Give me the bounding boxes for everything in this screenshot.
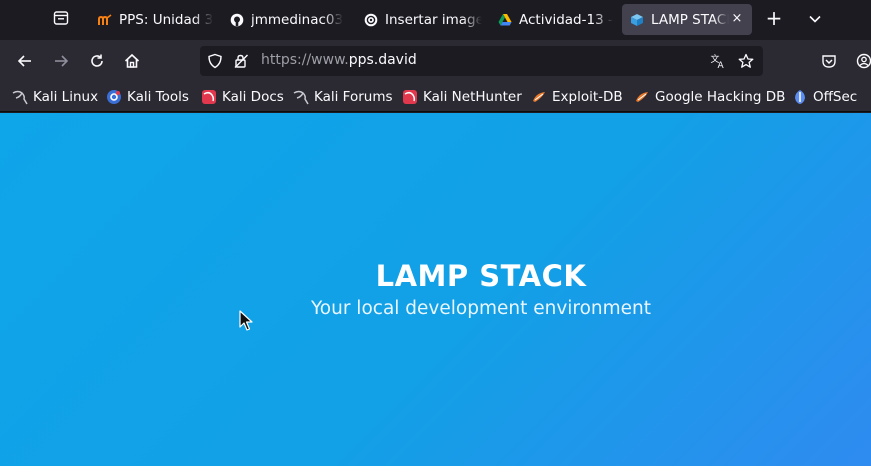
kali-docs-icon — [402, 89, 418, 105]
tab-pps-unidad[interactable]: PPS: Unidad 3 — [90, 4, 220, 35]
pocket-button[interactable] — [818, 50, 840, 72]
page-content: LAMP STACK Your local development enviro… — [0, 113, 871, 466]
bookmark-label: Kali Linux — [33, 89, 99, 105]
bookmark-exploit-db[interactable]: Exploit-DB — [531, 88, 623, 106]
tab-github[interactable]: jmmedinac03 — [222, 4, 350, 35]
bookmark-label: Exploit-DB — [552, 89, 623, 105]
bookmark-label: Kali Docs — [222, 89, 284, 105]
bookmark-label: Kali Forums — [314, 89, 393, 105]
bookmark-kali-linux[interactable]: Kali Linux — [12, 88, 98, 106]
bookmark-google-hacking-db[interactable]: Google Hacking DB — [634, 88, 785, 106]
page-bottom-edge — [0, 466, 871, 473]
mouse-pointer-icon — [239, 310, 253, 331]
kali-dragon-icon — [12, 89, 28, 105]
bookmark-star-icon[interactable] — [738, 53, 754, 69]
tracking-protection-shield-icon[interactable] — [207, 53, 223, 69]
tab-actividad[interactable]: Actividad-13 - — [490, 4, 616, 35]
back-arrow-icon — [17, 55, 31, 67]
account-button[interactable] — [853, 50, 871, 72]
translate-icon[interactable]: 文A — [710, 53, 726, 69]
bookmark-kali-forums[interactable]: Kali Forums — [293, 88, 393, 106]
forward-arrow-icon — [55, 55, 69, 67]
tab-title: Insertar imagen — [385, 11, 482, 28]
bookmark-offsec[interactable]: OffSec — [792, 88, 857, 106]
tab-title: Actividad-13 - — [519, 11, 613, 28]
kali-dragon-icon — [293, 89, 309, 105]
bookmark-label: Kali NetHunter — [423, 89, 522, 105]
bookmark-label: Kali Tools — [127, 89, 189, 105]
tab-lamp-stack[interactable]: LAMP STACK × — [622, 4, 752, 35]
github-icon — [230, 13, 244, 27]
navigation-toolbar: https://www.pps.david 文A — [0, 40, 871, 82]
home-button[interactable] — [121, 50, 143, 72]
back-button[interactable] — [14, 50, 36, 72]
bookmark-kali-nethunter[interactable]: Kali NetHunter — [402, 88, 522, 106]
home-icon — [124, 53, 140, 68]
bookmark-kali-docs[interactable]: Kali Docs — [201, 88, 284, 106]
new-tab-button[interactable]: + — [763, 8, 785, 30]
reload-button[interactable] — [86, 50, 108, 72]
account-icon — [856, 53, 871, 69]
address-bar[interactable]: https://www.pps.david 文A — [200, 46, 763, 76]
firefox-view-button[interactable] — [50, 7, 72, 29]
kali-docs-icon — [201, 89, 217, 105]
bookmark-kali-tools[interactable]: Kali Tools — [106, 88, 189, 106]
bookmark-label: Google Hacking DB — [655, 89, 786, 105]
close-tab-icon[interactable]: × — [730, 12, 744, 26]
hero-title: LAMP STACK — [375, 259, 587, 293]
cube-icon — [630, 13, 644, 27]
tab-title: LAMP STACK — [651, 11, 729, 28]
moodle-icon — [98, 13, 112, 27]
tab-strip: PPS: Unidad 3 jmmedinac03 Insertar image… — [0, 0, 871, 40]
svg-text:A: A — [718, 61, 725, 69]
hero-subtitle: Your local development environment — [310, 298, 652, 319]
bookmark-label: OffSec — [813, 89, 858, 105]
insecure-lock-icon[interactable] — [233, 53, 249, 69]
pocket-icon — [822, 55, 836, 68]
tab-insertar-imagen[interactable]: Insertar imagen — [356, 4, 482, 35]
firefox-view-icon — [53, 11, 69, 25]
bookmarks-toolbar: Kali Linux Kali Tools Kali Docs Kali For… — [0, 82, 871, 112]
reload-icon — [91, 54, 103, 67]
kali-tools-icon — [106, 89, 122, 105]
list-all-tabs-button[interactable] — [804, 8, 826, 30]
url-scheme: https://www. — [261, 52, 349, 68]
google-drive-icon — [498, 13, 512, 27]
tab-title: PPS: Unidad 3 — [119, 11, 214, 28]
url-text[interactable]: https://www.pps.david — [261, 52, 417, 68]
openai-icon — [364, 13, 378, 27]
tab-title: jmmedinac03 — [251, 11, 344, 28]
forward-button[interactable] — [50, 50, 72, 72]
chevron-down-icon — [809, 15, 821, 23]
url-host: pps.david — [348, 52, 417, 68]
exploit-db-icon — [634, 89, 650, 105]
exploit-db-icon — [531, 89, 547, 105]
offsec-icon — [792, 89, 808, 105]
